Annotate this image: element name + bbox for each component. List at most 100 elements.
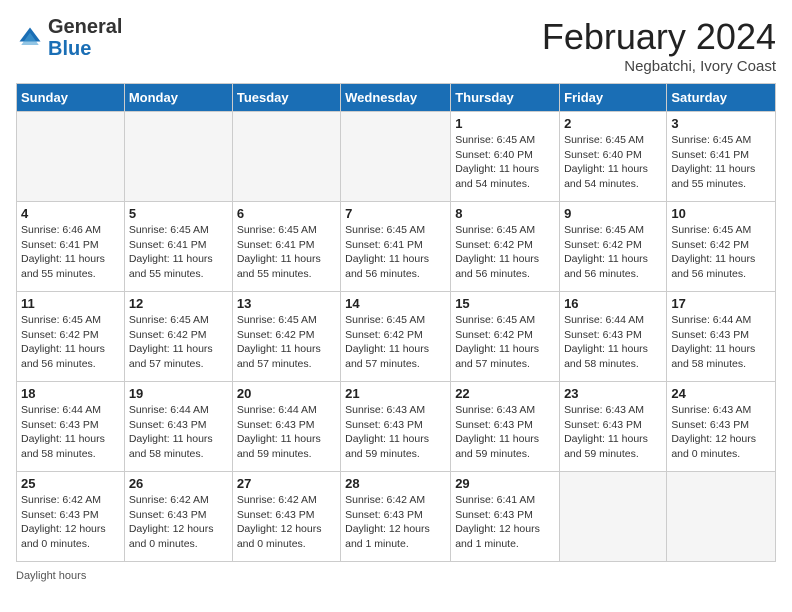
day-info: Sunrise: 6:44 AM Sunset: 6:43 PM Dayligh… (21, 403, 120, 462)
day-number: 17 (671, 296, 771, 311)
day-number: 2 (564, 116, 662, 131)
calendar-cell: 12 Sunrise: 6:45 AM Sunset: 6:42 PM Dayli… (124, 292, 232, 382)
day-info: Sunrise: 6:45 AM Sunset: 6:41 PM Dayligh… (129, 223, 228, 282)
calendar-header-row: SundayMondayTuesdayWednesdayThursdayFrid… (17, 84, 776, 112)
calendar-cell (232, 112, 340, 202)
day-number: 9 (564, 206, 662, 221)
day-number: 27 (237, 476, 336, 491)
day-number: 15 (455, 296, 555, 311)
weekday-header: Sunday (17, 84, 125, 112)
calendar-cell: 14Sunrise: 6:45 AM Sunset: 6:42 PM Dayli… (341, 292, 451, 382)
day-info: Sunrise: 6:43 AM Sunset: 6:43 PM Dayligh… (564, 403, 662, 462)
calendar-cell: 17 Sunrise: 6:44 AM Sunset: 6:43 PM Dayli… (667, 292, 776, 382)
day-info: Sunrise: 6:45 AM Sunset: 6:41 PM Dayligh… (237, 223, 336, 282)
day-info: Sunrise: 6:42 AM Sunset: 6:43 PM Dayligh… (237, 493, 336, 552)
day-info: Sunrise: 6:45 AM Sunset: 6:41 PM Dayligh… (671, 133, 771, 192)
calendar-cell: 25 Sunrise: 6:42 AM Sunset: 6:43 PM Dayli… (17, 472, 125, 562)
day-number: 26 (129, 476, 228, 491)
day-number: 18 (21, 386, 120, 401)
calendar-week-row: 4Sunrise: 6:46 AM Sunset: 6:41 PM Daylig… (17, 202, 776, 292)
calendar-cell: 23 Sunrise: 6:43 AM Sunset: 6:43 PM Dayli… (560, 382, 667, 472)
logo-icon (16, 24, 44, 52)
day-number: 13 (237, 296, 336, 311)
day-number: 23 (564, 386, 662, 401)
calendar-cell: 15 Sunrise: 6:45 AM Sunset: 6:42 PM Dayli… (451, 292, 560, 382)
day-number: 1 (455, 116, 555, 131)
day-info: Sunrise: 6:46 AM Sunset: 6:41 PM Dayligh… (21, 223, 120, 282)
day-number: 16 (564, 296, 662, 311)
calendar-cell: 5Sunrise: 6:45 AM Sunset: 6:41 PM Daylig… (124, 202, 232, 292)
weekday-header: Thursday (451, 84, 560, 112)
calendar-cell (667, 472, 776, 562)
weekday-header: Friday (560, 84, 667, 112)
calendar-cell: 19 Sunrise: 6:44 AM Sunset: 6:43 PM Dayli… (124, 382, 232, 472)
day-info: Sunrise: 6:45 AM Sunset: 6:42 PM Dayligh… (345, 313, 446, 372)
weekday-header: Saturday (667, 84, 776, 112)
day-number: 11 (21, 296, 120, 311)
calendar-cell: 20 Sunrise: 6:44 AM Sunset: 6:43 PM Dayli… (232, 382, 340, 472)
calendar-cell (341, 112, 451, 202)
day-info: Sunrise: 6:45 AM Sunset: 6:42 PM Dayligh… (455, 223, 555, 282)
calendar-week-row: 25 Sunrise: 6:42 AM Sunset: 6:43 PM Dayli… (17, 472, 776, 562)
calendar-cell: 11 Sunrise: 6:45 AM Sunset: 6:42 PM Dayli… (17, 292, 125, 382)
calendar-week-row: 1 Sunrise: 6:45 AM Sunset: 6:40 PM Daylig… (17, 112, 776, 202)
calendar-cell: 29Sunrise: 6:41 AM Sunset: 6:43 PM Dayli… (451, 472, 560, 562)
day-info: Sunrise: 6:43 AM Sunset: 6:43 PM Dayligh… (345, 403, 446, 462)
day-number: 20 (237, 386, 336, 401)
day-info: Sunrise: 6:44 AM Sunset: 6:43 PM Dayligh… (671, 313, 771, 372)
calendar-cell: 16 Sunrise: 6:44 AM Sunset: 6:43 PM Dayli… (560, 292, 667, 382)
day-number: 12 (129, 296, 228, 311)
calendar-cell: 10 Sunrise: 6:45 AM Sunset: 6:42 PM Dayli… (667, 202, 776, 292)
calendar-cell: 26 Sunrise: 6:42 AM Sunset: 6:43 PM Dayli… (124, 472, 232, 562)
calendar-cell: 21 Sunrise: 6:43 AM Sunset: 6:43 PM Dayli… (341, 382, 451, 472)
day-number: 21 (345, 386, 446, 401)
calendar-cell: 7Sunrise: 6:45 AM Sunset: 6:41 PM Daylig… (341, 202, 451, 292)
day-number: 6 (237, 206, 336, 221)
calendar-cell: 6 Sunrise: 6:45 AM Sunset: 6:41 PM Daylig… (232, 202, 340, 292)
day-info: Sunrise: 6:45 AM Sunset: 6:40 PM Dayligh… (455, 133, 555, 192)
weekday-header: Tuesday (232, 84, 340, 112)
calendar-cell (124, 112, 232, 202)
logo-text: General Blue (48, 16, 122, 60)
day-info: Sunrise: 6:42 AM Sunset: 6:43 PM Dayligh… (129, 493, 228, 552)
logo-general: General (48, 16, 122, 38)
day-info: Sunrise: 6:45 AM Sunset: 6:42 PM Dayligh… (671, 223, 771, 282)
day-info: Sunrise: 6:45 AM Sunset: 6:42 PM Dayligh… (237, 313, 336, 372)
calendar-cell: 27 Sunrise: 6:42 AM Sunset: 6:43 PM Dayli… (232, 472, 340, 562)
day-number: 22 (455, 386, 555, 401)
calendar-cell: 28 Sunrise: 6:42 AM Sunset: 6:43 PM Dayli… (341, 472, 451, 562)
title-block: February 2024 Negbatchi, Ivory Coast (542, 16, 776, 75)
day-info: Sunrise: 6:45 AM Sunset: 6:40 PM Dayligh… (564, 133, 662, 192)
day-info: Sunrise: 6:45 AM Sunset: 6:42 PM Dayligh… (564, 223, 662, 282)
calendar-cell: 24 Sunrise: 6:43 AM Sunset: 6:43 PM Dayli… (667, 382, 776, 472)
day-info: Sunrise: 6:42 AM Sunset: 6:43 PM Dayligh… (345, 493, 446, 552)
day-number: 10 (671, 206, 771, 221)
calendar-week-row: 18 Sunrise: 6:44 AM Sunset: 6:43 PM Dayli… (17, 382, 776, 472)
day-number: 7 (345, 206, 446, 221)
calendar-table: SundayMondayTuesdayWednesdayThursdayFrid… (16, 83, 776, 562)
day-info: Sunrise: 6:43 AM Sunset: 6:43 PM Dayligh… (455, 403, 555, 462)
day-info: Sunrise: 6:45 AM Sunset: 6:42 PM Dayligh… (21, 313, 120, 372)
logo: General Blue (16, 16, 122, 60)
day-info: Sunrise: 6:42 AM Sunset: 6:43 PM Dayligh… (21, 493, 120, 552)
weekday-header: Wednesday (341, 84, 451, 112)
day-number: 28 (345, 476, 446, 491)
day-info: Sunrise: 6:44 AM Sunset: 6:43 PM Dayligh… (237, 403, 336, 462)
calendar-cell: 18 Sunrise: 6:44 AM Sunset: 6:43 PM Dayli… (17, 382, 125, 472)
day-info: Sunrise: 6:45 AM Sunset: 6:42 PM Dayligh… (129, 313, 228, 372)
day-number: 24 (671, 386, 771, 401)
logo-blue: Blue (48, 38, 91, 60)
page-header: General Blue February 2024 Negbatchi, Iv… (16, 16, 776, 75)
calendar-cell: 13 Sunrise: 6:45 AM Sunset: 6:42 PM Dayli… (232, 292, 340, 382)
day-info: Sunrise: 6:44 AM Sunset: 6:43 PM Dayligh… (129, 403, 228, 462)
calendar-cell: 3Sunrise: 6:45 AM Sunset: 6:41 PM Daylig… (667, 112, 776, 202)
day-info: Sunrise: 6:45 AM Sunset: 6:42 PM Dayligh… (455, 313, 555, 372)
day-number: 25 (21, 476, 120, 491)
calendar-cell: 2 Sunrise: 6:45 AM Sunset: 6:40 PM Daylig… (560, 112, 667, 202)
calendar-week-row: 11 Sunrise: 6:45 AM Sunset: 6:42 PM Dayli… (17, 292, 776, 382)
calendar-cell: 8Sunrise: 6:45 AM Sunset: 6:42 PM Daylig… (451, 202, 560, 292)
day-info: Sunrise: 6:44 AM Sunset: 6:43 PM Dayligh… (564, 313, 662, 372)
day-number: 19 (129, 386, 228, 401)
weekday-header: Monday (124, 84, 232, 112)
day-info: Sunrise: 6:43 AM Sunset: 6:43 PM Dayligh… (671, 403, 771, 462)
